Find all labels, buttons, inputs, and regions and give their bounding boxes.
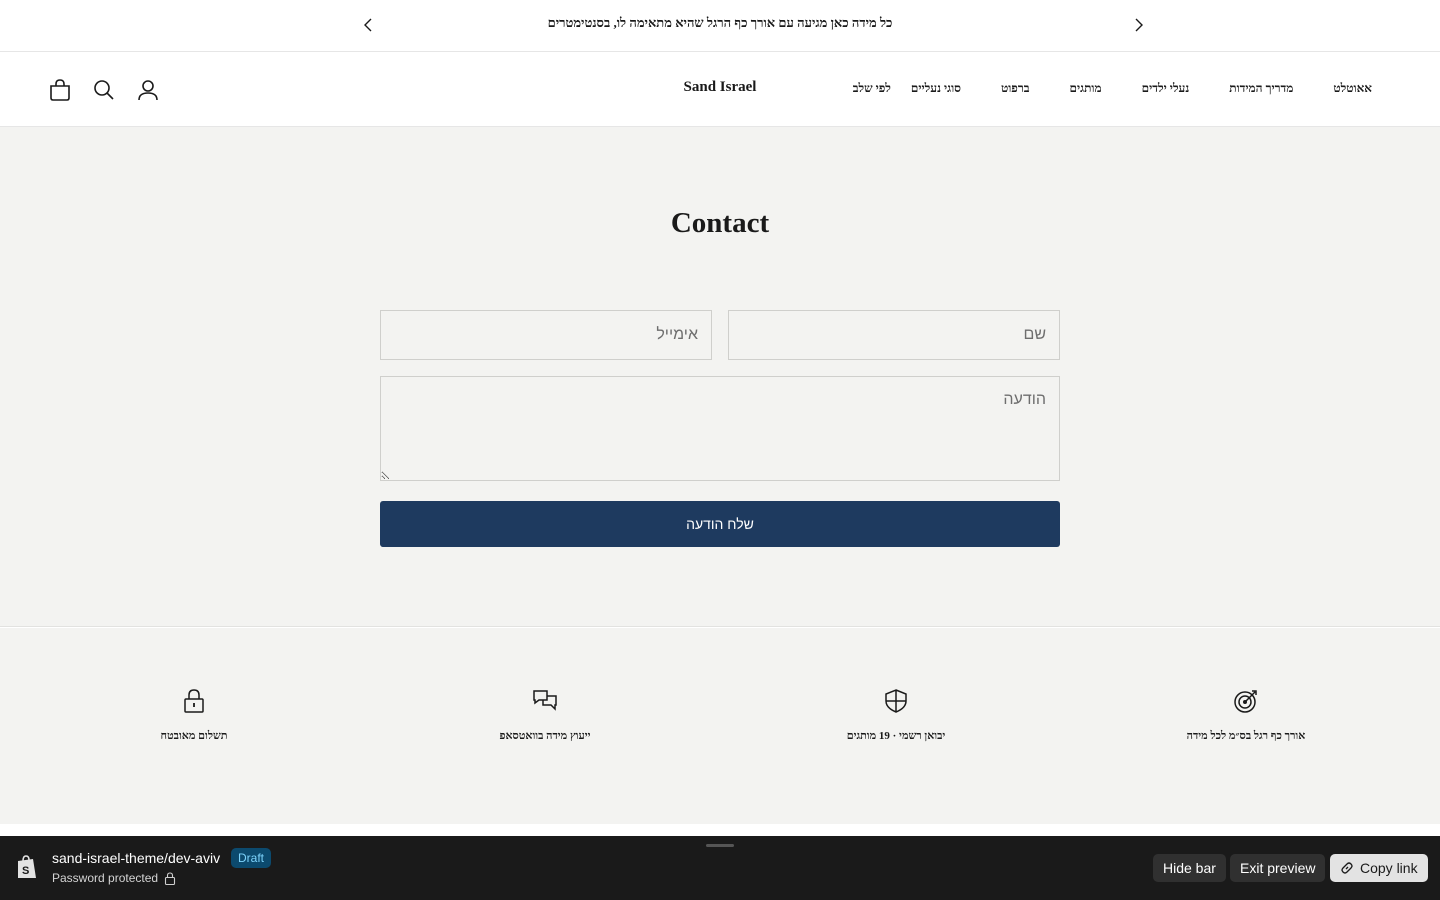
cart-button[interactable] xyxy=(48,78,72,102)
announcement-text: כל מידה כאן מגיעה עם אורך כף הרגל שהיא מ… xyxy=(547,15,893,30)
nav-item-shoe-types[interactable]: סוגי נעליים xyxy=(891,81,981,96)
preview-bar-drag-handle[interactable] xyxy=(706,844,734,847)
theme-preview-bar: S sand-israel-theme/dev-aviv Draft Passw… xyxy=(0,836,1440,900)
link-icon xyxy=(1341,862,1353,874)
user-icon xyxy=(138,80,158,101)
site-logo[interactable]: Sand Israel xyxy=(640,79,800,96)
chat-icon xyxy=(533,690,557,711)
status-badge: Draft xyxy=(231,848,272,868)
features-strip: אורך כף רגל בס״מ לכל מידה יבואן רשמי · 1… xyxy=(0,628,1440,824)
svg-text:S: S xyxy=(22,865,29,877)
password-status: Password protected xyxy=(52,871,176,885)
nav-item-outlet[interactable]: אאוטלט xyxy=(1313,81,1392,96)
password-status-text: Password protected xyxy=(52,871,159,885)
email-field[interactable] xyxy=(380,310,712,360)
nav-item-by-stage[interactable]: לפי שלב xyxy=(833,81,891,96)
shopify-bag-icon: S xyxy=(18,855,36,878)
feature-label: אורך כף רגל בס״מ לכל מידה xyxy=(1186,730,1306,742)
feature-whatsapp-sizing: ייעוץ מידה בוואטסאפ xyxy=(395,688,695,742)
message-field[interactable] xyxy=(380,376,1060,481)
feature-label: ייעוץ מידה בוואטסאפ xyxy=(499,730,591,742)
target-icon xyxy=(1234,690,1257,713)
feature-label: תשלום מאובטח xyxy=(160,730,228,742)
feature-label: יבואן רשמי · 19 מותגים xyxy=(846,730,946,742)
name-field[interactable] xyxy=(728,310,1060,360)
page-title: Contact xyxy=(670,207,770,239)
bag-icon xyxy=(50,79,70,101)
announcement-bar: כל מידה כאן מגיעה עם אורך כף הרגל שהיא מ… xyxy=(0,0,1440,52)
feature-official-importer: יבואן רשמי · 19 מותגים xyxy=(746,688,1046,742)
nav-item-brands[interactable]: מותגים xyxy=(1050,81,1122,96)
contact-section: Contact שלח הודעה xyxy=(0,127,1440,627)
theme-name: sand-israel-theme/dev-aviv xyxy=(52,850,221,866)
shield-icon xyxy=(885,689,907,713)
nav-item-kids-shoes[interactable]: נעלי ילדים xyxy=(1122,81,1210,96)
nav-item-size-guide[interactable]: מדריך המידות xyxy=(1209,81,1313,96)
site-header: Sand Israel לפי שלב סוגי נעליים ברפוט מו… xyxy=(0,52,1440,127)
copy-link-label: Copy link xyxy=(1360,860,1418,876)
lock-icon xyxy=(184,689,204,713)
send-message-button[interactable]: שלח הודעה xyxy=(380,501,1060,547)
exit-preview-button[interactable]: Exit preview xyxy=(1230,854,1326,882)
account-button[interactable] xyxy=(136,78,160,102)
announcement-next-button[interactable] xyxy=(1127,14,1149,36)
hide-bar-button[interactable]: Hide bar xyxy=(1153,854,1226,882)
search-icon xyxy=(94,80,114,100)
copy-link-button[interactable]: Copy link xyxy=(1330,854,1428,882)
search-button[interactable] xyxy=(92,78,116,102)
feature-secure-payment: תשלום מאובטח xyxy=(44,688,344,742)
main-nav: לפי שלב סוגי נעליים ברפוט מותגים נעלי יל… xyxy=(833,81,1392,96)
lock-icon xyxy=(165,871,176,885)
feature-foot-length: אורך כף רגל בס״מ לכל מידה xyxy=(1096,688,1396,742)
nav-item-barefoot[interactable]: ברפוט xyxy=(981,81,1050,96)
chevron-right-icon xyxy=(1135,18,1143,32)
